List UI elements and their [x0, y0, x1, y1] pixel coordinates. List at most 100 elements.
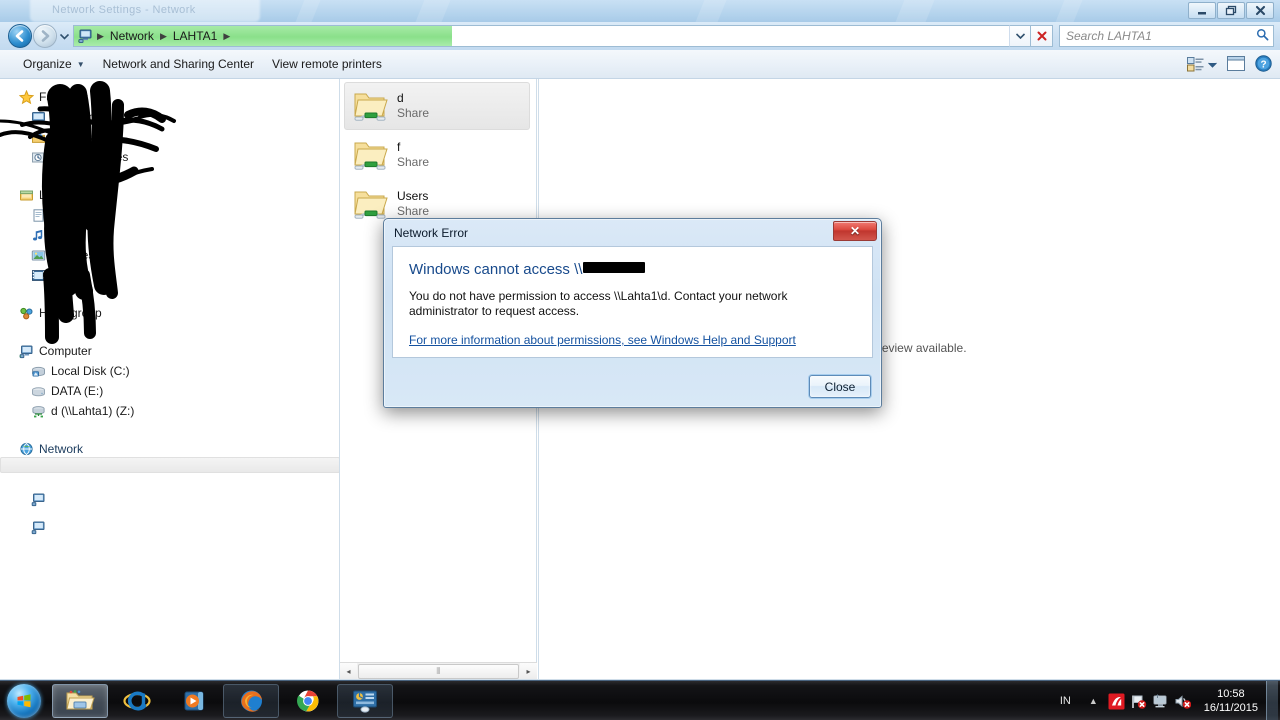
show-desktop-button[interactable] — [1266, 681, 1278, 720]
list-item[interactable]: f Share — [344, 131, 530, 179]
sidebar-item-local-disk-c[interactable]: Local Disk (C:) — [0, 361, 339, 381]
network-and-sharing-center-button[interactable]: Network and Sharing Center — [94, 53, 263, 75]
search-icon[interactable] — [1256, 28, 1269, 44]
network-drive-icon — [30, 403, 46, 419]
nav-label: Desktop — [51, 110, 96, 124]
breadcrumb-separator-end[interactable]: ▶ — [221, 31, 232, 42]
close-button[interactable] — [1246, 2, 1274, 19]
nav-label: DATA (E:) — [51, 384, 104, 398]
horizontal-scrollbar[interactable]: ◂ ⦀ ▸ — [340, 662, 537, 679]
address-dropdown-button[interactable] — [1009, 25, 1031, 47]
breadcrumb-item-network[interactable]: Network — [106, 29, 158, 43]
sidebar-item-music[interactable]: Music — [0, 225, 339, 245]
music-icon — [30, 227, 46, 243]
sidebar-item-homegroup[interactable]: Homegroup — [0, 303, 339, 323]
minimize-button[interactable] — [1188, 2, 1216, 19]
taskbar-item-mozilla-firefox[interactable] — [223, 683, 279, 718]
scroll-right-arrow[interactable]: ▸ — [520, 662, 537, 679]
nav-label: Music — [51, 228, 83, 242]
computer-icon — [30, 491, 46, 507]
sidebar-item-documents[interactable]: Documents — [0, 205, 339, 225]
dialog-title: Network Error — [394, 225, 469, 240]
close-button[interactable]: Close — [809, 375, 871, 398]
navigation-pane[interactable]: Favorites Desktop Downloads Recent Place… — [0, 79, 340, 679]
star-icon — [18, 89, 34, 105]
taskbar-item-internet-explorer[interactable] — [109, 684, 165, 718]
breadcrumb-item-lahta1[interactable]: LAHTA1 — [169, 29, 221, 43]
taskbar-item-system-monitor[interactable] — [337, 683, 393, 718]
network-error-dialog[interactable]: Network Error ✕ Windows cannot access \\… — [383, 218, 882, 408]
scrollbar-thumb[interactable]: ⦀ — [358, 663, 519, 679]
nav-label: Videos — [51, 268, 88, 282]
language-indicator[interactable]: IN — [1050, 695, 1081, 707]
show-hidden-icons-button[interactable]: ▲ — [1081, 696, 1106, 706]
dialog-body: Windows cannot access \\ You do not have… — [392, 246, 873, 358]
avira-antivirus-icon[interactable] — [1106, 690, 1128, 712]
preview-pane-button[interactable] — [1227, 55, 1245, 74]
desktop-ghost-label: Network Settings - Network — [52, 4, 196, 16]
scroll-left-arrow[interactable]: ◂ — [340, 662, 357, 679]
clock[interactable]: 10:58 16/11/2015 — [1194, 687, 1266, 715]
taskbar-item-windows-media-player[interactable] — [166, 684, 222, 718]
search-input[interactable]: Search LAHTA1 — [1066, 29, 1152, 43]
sidebar-item-data-e[interactable]: DATA (E:) — [0, 381, 339, 401]
network-disconnected-icon[interactable] — [1150, 690, 1172, 712]
sidebar-item-downloads[interactable]: Downloads — [0, 127, 339, 147]
recent-places-icon — [30, 149, 46, 165]
stop-button[interactable] — [1031, 25, 1053, 47]
sidebar-item-network-drive-z[interactable]: d (\\Lahta1) (Z:) — [0, 401, 339, 421]
nav-group-libraries[interactable]: Libraries — [0, 185, 339, 205]
sidebar-item-desktop[interactable]: Desktop — [0, 107, 339, 127]
sidebar-item-recent-places[interactable]: Recent Places — [0, 147, 339, 167]
change-view-button[interactable] — [1187, 57, 1217, 72]
sidebar-item-network-computer[interactable] — [0, 517, 339, 537]
forward-button[interactable] — [33, 24, 57, 48]
list-item[interactable]: d Share — [344, 82, 530, 130]
dialog-heading: Windows cannot access \\ — [409, 261, 856, 278]
organize-button[interactable]: Organize ▼ — [14, 53, 94, 75]
dialog-title-bar: Network Error ✕ — [384, 219, 881, 246]
sidebar-item-network[interactable]: Network — [0, 439, 339, 459]
computer-icon — [18, 343, 34, 359]
system-tray: IN ▲ 10:58 16/11/2015 — [1050, 681, 1280, 720]
nav-label: Homegroup — [39, 306, 102, 320]
file-name: Users — [397, 189, 429, 203]
nav-label: Local Disk (C:) — [51, 364, 130, 378]
nav-label: Favorites — [39, 90, 89, 104]
taskbar-task-list — [52, 683, 393, 718]
view-remote-printers-button[interactable]: View remote printers — [263, 53, 391, 75]
sidebar-item-computer[interactable]: Computer — [0, 341, 339, 361]
nav-group-favorites[interactable]: Favorites — [0, 87, 339, 107]
taskbar-item-google-chrome[interactable] — [280, 684, 336, 718]
nav-label: d (\\Lahta1) (Z:) — [51, 404, 135, 418]
redacted-path — [583, 262, 646, 273]
nav-label: Libraries — [39, 188, 86, 202]
address-bar-row: ▶ Network ▶ LAHTA1 ▶ Search LAHTA1 — [0, 22, 1280, 50]
chevron-down-icon — [1208, 62, 1217, 68]
help-button[interactable]: ? — [1255, 54, 1272, 75]
start-button[interactable] — [0, 682, 48, 720]
nav-label: Downloads — [51, 130, 111, 144]
volume-muted-icon[interactable] — [1172, 690, 1194, 712]
recent-pages-button[interactable] — [57, 24, 71, 48]
address-breadcrumb-bar[interactable]: ▶ Network ▶ LAHTA1 ▶ — [73, 25, 1009, 47]
file-name: f — [397, 140, 401, 154]
dialog-close-icon[interactable]: ✕ — [833, 221, 877, 241]
nav-label: Pictures — [51, 248, 95, 262]
taskbar-item-windows-explorer[interactable] — [52, 683, 108, 718]
sidebar-item-network-computer[interactable] — [0, 489, 339, 509]
computer-icon — [77, 28, 93, 44]
drive-icon — [30, 383, 46, 399]
restore-button[interactable] — [1217, 2, 1245, 19]
window-controls — [1188, 2, 1274, 19]
file-name: d — [397, 91, 404, 105]
sidebar-item-videos[interactable]: Videos — [0, 265, 339, 285]
sidebar-item-pictures[interactable]: Pictures — [0, 245, 339, 265]
search-box[interactable]: Search LAHTA1 — [1059, 25, 1274, 47]
back-button[interactable] — [8, 24, 32, 48]
help-and-support-link[interactable]: For more information about permissions, … — [409, 333, 796, 347]
flag-action-center-icon[interactable] — [1128, 690, 1150, 712]
nav-label: Recent Places — [51, 150, 129, 164]
desktop-icon — [30, 109, 46, 125]
computer-icon — [30, 519, 46, 535]
